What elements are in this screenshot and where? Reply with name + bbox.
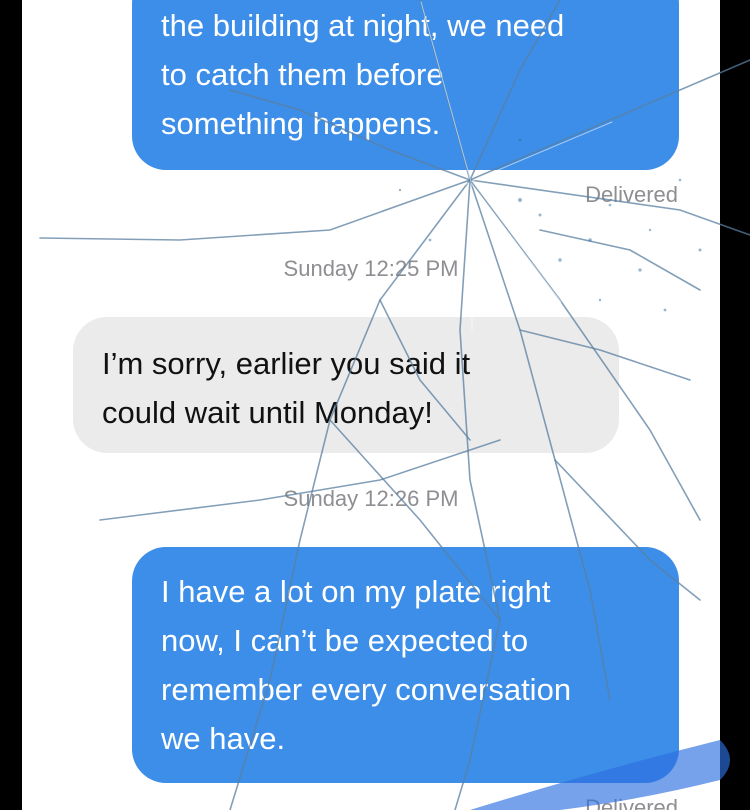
sent-message-bubble[interactable]: the building at night, we need to catch … — [132, 0, 679, 170]
message-thread: the building at night, we need to catch … — [22, 0, 720, 810]
sent-message-bubble[interactable]: I have a lot on my plate right now, I ca… — [132, 547, 679, 783]
delivered-status: Delivered — [585, 795, 678, 810]
message-timestamp: Sunday 12:26 PM — [283, 486, 459, 511]
delivered-status: Delivered — [585, 182, 678, 207]
message-timestamp: Sunday 12:25 PM — [283, 256, 459, 281]
received-message-bubble[interactable]: I’m sorry, earlier you said it could wai… — [73, 317, 619, 453]
